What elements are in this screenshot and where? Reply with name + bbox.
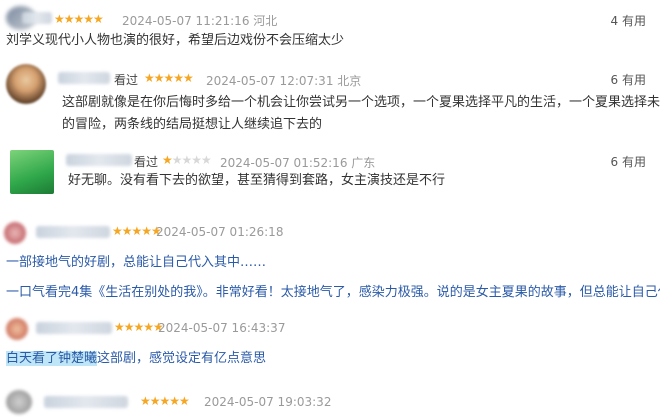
- review-item: ★★★★★ 2024-05-07 16:43:37 白天看了钟楚曦这部剧，感觉设…: [0, 316, 660, 372]
- username[interactable]: [22, 12, 52, 24]
- review-meta: 2024-05-07 01:52:16 广东: [220, 154, 375, 171]
- review-text: 好无聊。没有看下去的欲望，甚至猜得到套路，女主演技还是不行: [68, 173, 446, 188]
- useful-label: 有用: [621, 73, 646, 87]
- review-text: 这部剧就像是在你后悔时多给一个机会让你尝试另一个选项，一个夏果选择平凡的生活，一…: [62, 95, 660, 110]
- star-rating: ★★★★★: [54, 12, 104, 26]
- highlighted-text: 白天看了钟楚曦: [6, 351, 98, 366]
- username[interactable]: [66, 154, 132, 166]
- review-location: 河北: [253, 14, 278, 28]
- useful-button[interactable]: 4 有用: [611, 12, 646, 29]
- review-text: 白天看了钟楚曦这部剧，感觉设定有亿点意思: [6, 348, 266, 370]
- username[interactable]: [44, 396, 128, 408]
- star-rating: ★★★★★: [162, 153, 212, 167]
- review-location: 北京: [337, 74, 362, 88]
- review-date: 2024-05-07 01:52:16: [220, 156, 348, 170]
- username[interactable]: [58, 72, 110, 84]
- useful-button[interactable]: 6 有用: [611, 153, 646, 170]
- avatar[interactable]: [6, 318, 28, 340]
- useful-count: 4: [610, 14, 619, 28]
- review-date: 2024-05-07 01:26:18: [156, 225, 284, 239]
- review-item: ★★★★★ 2024-05-07 01:26:18 一部接地气的好剧，总能让自己…: [0, 216, 660, 272]
- review-item: 看过 ★★★★★ 2024-05-07 01:52:16 广东 6 有用 好无聊…: [0, 146, 660, 202]
- review-date: 2024-05-07 11:21:16: [122, 14, 250, 28]
- review-item: 看过 ★★★★★ 2024-05-07 12:07:31 北京 6 有用 这部剧…: [0, 60, 660, 140]
- review-item: ★★★★★ 2024-05-07 11:21:16 河北 4 有用 刘学义现代小…: [0, 0, 660, 52]
- avatar[interactable]: [6, 64, 46, 104]
- review-item: 一口气看完4集《生活在别处的我》。非常好看！太接地气了，感染力极强。说的是女主夏…: [0, 282, 660, 308]
- star-rating: ★★★★★: [144, 71, 194, 85]
- useful-button[interactable]: 6 有用: [611, 71, 646, 88]
- review-meta: 2024-05-07 01:26:18: [156, 225, 283, 239]
- watched-tag: 看过: [114, 73, 139, 87]
- username[interactable]: [36, 226, 110, 238]
- star-rating: ★★★★★: [112, 224, 162, 238]
- useful-count: 6: [610, 73, 619, 87]
- username[interactable]: [36, 322, 112, 334]
- review-location: 广东: [351, 156, 376, 170]
- review-meta: 2024-05-07 11:21:16 河北: [122, 12, 277, 29]
- review-text-rest: 这部剧，感觉设定有亿点意思: [97, 351, 267, 366]
- avatar[interactable]: [10, 150, 54, 194]
- avatar[interactable]: [4, 222, 26, 244]
- review-item: ★★★★★ 2024-05-07 19:03:32: [0, 388, 660, 417]
- review-text: 一口气看完4集《生活在别处的我》。非常好看！太接地气了，感染力极强。说的是女主夏…: [6, 285, 660, 300]
- star-rating: ★★★★★: [140, 394, 190, 408]
- review-text: 一部接地气的好剧，总能让自己代入其中……: [6, 255, 267, 270]
- review-text: 刘学义现代小人物也演的很好，希望后边戏份不会压缩太少: [6, 33, 345, 48]
- useful-label: 有用: [621, 155, 646, 169]
- star-rating: ★★★★★: [114, 320, 164, 334]
- watched-tag: 看过: [134, 155, 159, 169]
- useful-count: 6: [610, 155, 619, 169]
- review-meta: 2024-05-07 12:07:31 北京: [206, 72, 361, 89]
- review-text: 的冒险，两条线的结局挺想让人继续追下去的: [62, 117, 323, 132]
- review-meta: 2024-05-07 19:03:32: [204, 395, 331, 409]
- review-date: 2024-05-07 19:03:32: [204, 395, 332, 409]
- review-date: 2024-05-07 16:43:37: [158, 321, 286, 335]
- useful-label: 有用: [621, 14, 646, 28]
- review-date: 2024-05-07 12:07:31: [206, 74, 334, 88]
- review-meta: 2024-05-07 16:43:37: [158, 321, 285, 335]
- avatar[interactable]: [6, 390, 32, 414]
